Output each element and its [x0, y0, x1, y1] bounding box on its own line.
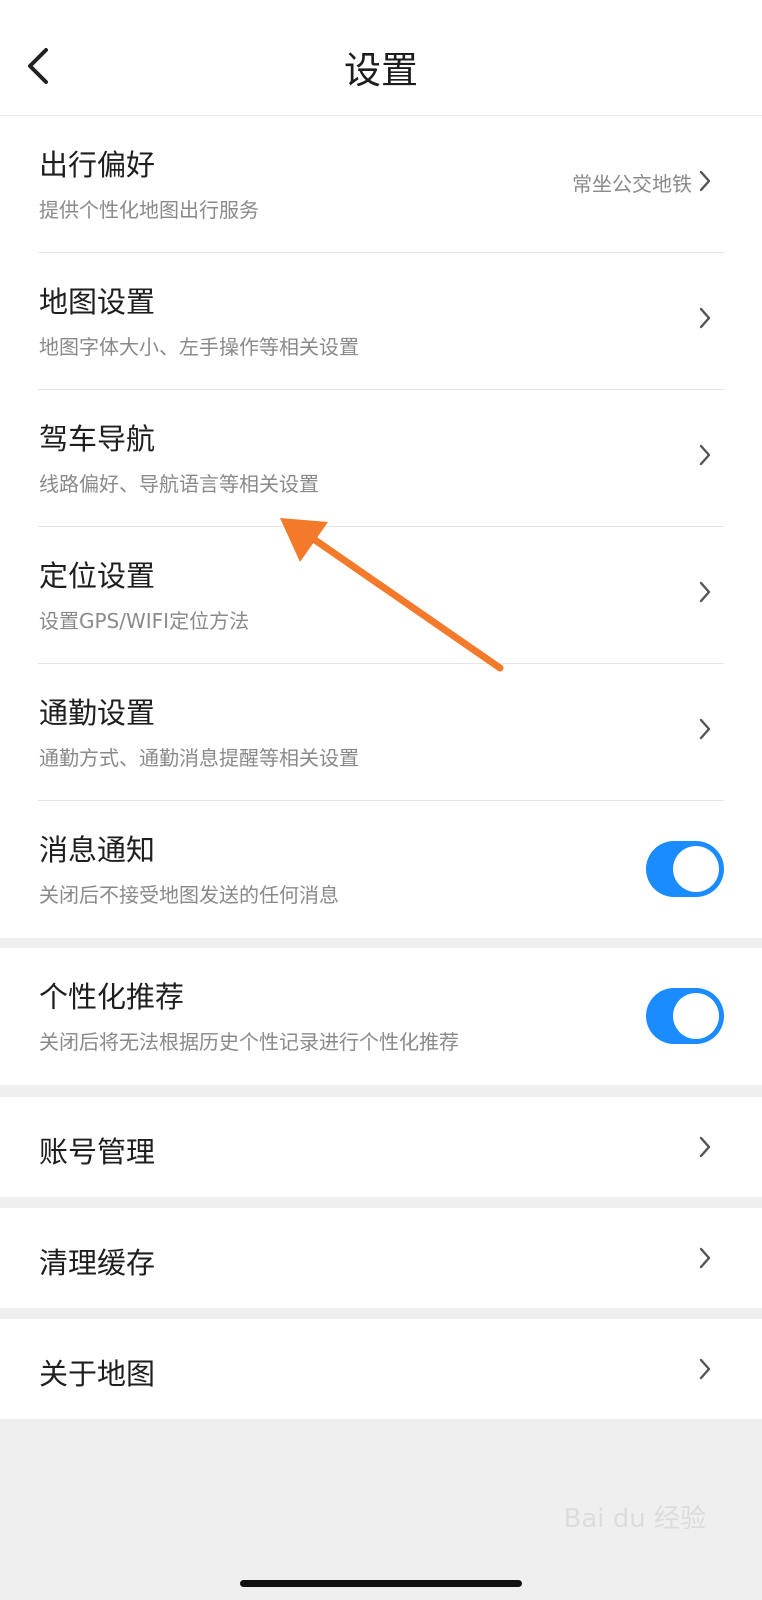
- settings-row-personalized-recommendation: 个性化推荐 关闭后将无法根据历史个性记录进行个性化推荐: [0, 948, 762, 1085]
- row-title: 消息通知: [39, 833, 156, 867]
- chevron-right-icon: [699, 1247, 711, 1269]
- chevron-right-icon: [699, 170, 711, 192]
- page-title: 设置: [344, 49, 418, 92]
- home-indicator[interactable]: [240, 1580, 522, 1587]
- settings-group-cache: 清理缓存: [0, 1208, 762, 1308]
- row-title: 通勤设置: [39, 696, 156, 730]
- row-title: 个性化推荐: [39, 980, 185, 1014]
- toggle-knob: [673, 846, 719, 892]
- row-subtitle: 关闭后不接受地图发送的任何消息: [39, 883, 339, 907]
- chevron-right-icon: [699, 718, 711, 740]
- settings-row-car-navigation[interactable]: 驾车导航 线路偏好、导航语言等相关设置: [0, 390, 762, 527]
- row-value: 常坐公交地铁: [572, 172, 692, 196]
- row-title: 定位设置: [39, 559, 156, 593]
- row-title: 清理缓存: [39, 1246, 156, 1280]
- settings-row-location[interactable]: 定位设置 设置GPS/WIFI定位方法: [0, 527, 762, 664]
- settings-row-clear-cache[interactable]: 清理缓存: [0, 1208, 762, 1308]
- chevron-right-icon: [699, 1136, 711, 1158]
- personalized-recommendation-toggle[interactable]: [646, 988, 724, 1044]
- row-subtitle: 提供个性化地图出行服务: [39, 198, 259, 222]
- watermark: Bai du 经验: [563, 1504, 706, 1534]
- settings-group-about: 关于地图: [0, 1319, 762, 1419]
- row-subtitle: 地图字体大小、左手操作等相关设置: [39, 335, 359, 359]
- settings-group-main: 出行偏好 提供个性化地图出行服务 常坐公交地铁 地图设置 地图字体大小、左手操作…: [0, 116, 762, 938]
- row-subtitle: 线路偏好、导航语言等相关设置: [39, 472, 319, 496]
- chevron-right-icon: [699, 307, 711, 329]
- chevron-right-icon: [699, 581, 711, 603]
- nav-bar: 设置: [0, 0, 762, 116]
- settings-row-map-settings[interactable]: 地图设置 地图字体大小、左手操作等相关设置: [0, 253, 762, 390]
- settings-row-notifications: 消息通知 关闭后不接受地图发送的任何消息: [0, 801, 762, 938]
- chevron-right-icon: [699, 444, 711, 466]
- settings-row-commute[interactable]: 通勤设置 通勤方式、通勤消息提醒等相关设置: [0, 664, 762, 801]
- settings-group-account: 账号管理: [0, 1097, 762, 1197]
- chevron-right-icon: [699, 1358, 711, 1380]
- notifications-toggle[interactable]: [646, 841, 724, 897]
- row-title: 驾车导航: [39, 422, 156, 456]
- row-title: 地图设置: [39, 285, 156, 319]
- row-title: 关于地图: [39, 1357, 156, 1391]
- settings-group-personalization: 个性化推荐 关闭后将无法根据历史个性记录进行个性化推荐: [0, 948, 762, 1085]
- settings-row-about[interactable]: 关于地图: [0, 1319, 762, 1419]
- row-title: 账号管理: [39, 1135, 156, 1169]
- toggle-knob: [673, 993, 719, 1039]
- settings-row-account[interactable]: 账号管理: [0, 1097, 762, 1197]
- settings-page: 设置 出行偏好 提供个性化地图出行服务 常坐公交地铁 地图设置 地图字体大小、左…: [0, 0, 762, 1600]
- row-subtitle: 设置GPS/WIFI定位方法: [39, 609, 250, 633]
- row-title: 出行偏好: [39, 148, 156, 182]
- row-subtitle: 通勤方式、通勤消息提醒等相关设置: [39, 746, 359, 770]
- settings-row-travel-preference[interactable]: 出行偏好 提供个性化地图出行服务 常坐公交地铁: [0, 116, 762, 253]
- row-subtitle: 关闭后将无法根据历史个性记录进行个性化推荐: [39, 1030, 459, 1054]
